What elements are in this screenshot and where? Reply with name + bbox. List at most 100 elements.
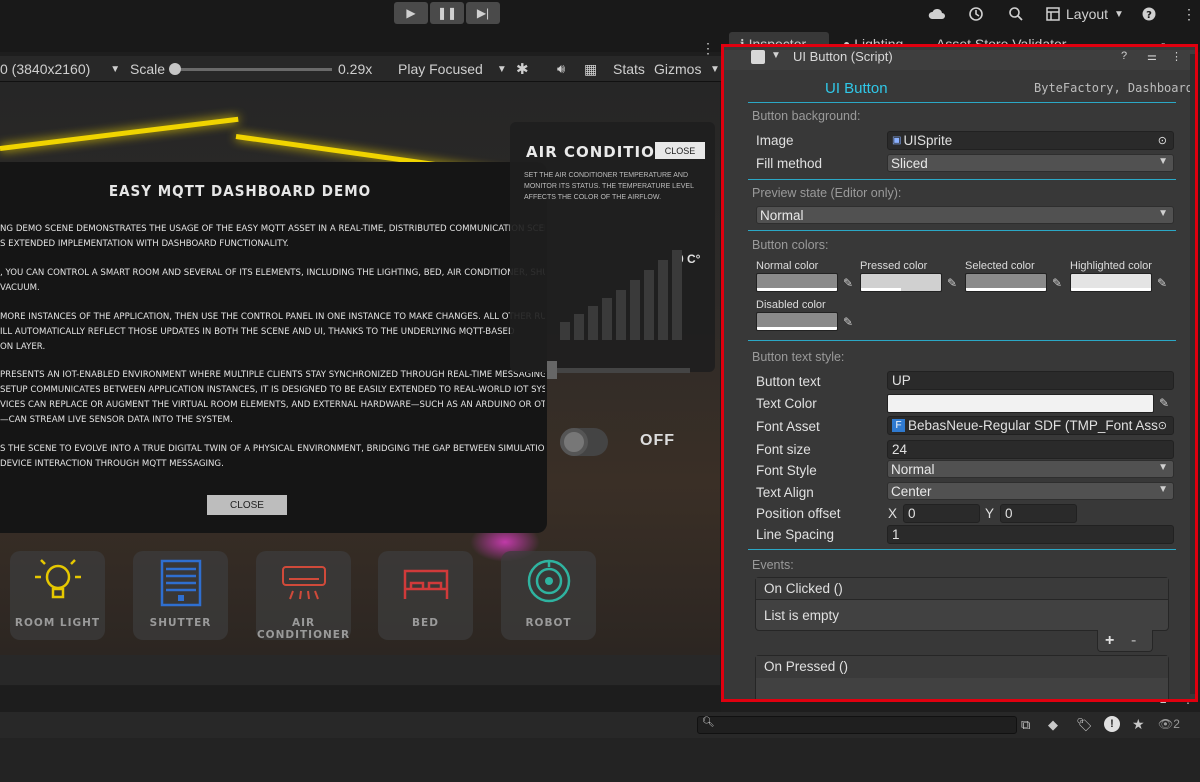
text-color-field[interactable] [887,394,1154,413]
project-search-input[interactable]: 🔍︎ [697,716,1017,734]
temperature-bar [574,314,584,340]
dialog-paragraph-line: ng demo scene demonstrates the usage of … [0,224,545,234]
kebab-icon[interactable]: ⋮ [1171,50,1182,63]
play-focused-dropdown[interactable]: Play Focused ▼ [398,56,510,82]
chevron-down-icon[interactable]: ▼ [710,56,720,82]
type-filter-icon[interactable]: ◆ [1048,717,1058,733]
color-label: Pressed color [860,260,928,272]
alpha-bar [757,327,837,330]
air-conditioner-icon [256,559,351,609]
preview-state-dropdown[interactable]: Normal ▼ [756,206,1174,224]
font-size-input[interactable]: 24 [887,440,1174,459]
dialog-close-button[interactable]: CLOSE [207,495,287,515]
temperature-slider-track[interactable] [547,368,690,373]
button-text-input[interactable]: UP [887,371,1174,390]
tag-icon[interactable]: 🏷︎ [1076,717,1093,733]
audio-button[interactable]: 🔊︎ [557,56,565,82]
eyedropper-icon[interactable]: ✎ [1047,273,1067,293]
section-preview-state: Preview state (Editor only): [752,186,902,200]
alpha-bar [966,288,1046,291]
hidden-count[interactable]: 👁︎2 [1158,717,1180,731]
history-icon [969,7,983,21]
chevron-down-icon: ▼ [1114,8,1124,20]
color-swatch[interactable] [965,273,1047,292]
font-style-dropdown[interactable]: Normal ▼ [887,460,1174,478]
font-asset-icon: F [892,419,905,432]
color-swatch[interactable] [756,312,838,331]
warning-icon[interactable]: ! [1104,716,1120,732]
position-y-input[interactable]: 0 [1000,504,1077,523]
preset-icon[interactable]: ⚌ [1147,50,1157,63]
grid-button[interactable]: ▦ [584,56,597,82]
add-event-button[interactable]: + [1105,632,1114,650]
temperature-bar [602,298,612,340]
history-button[interactable] [968,4,984,24]
cloud-button[interactable] [928,4,946,24]
color-swatch[interactable] [860,273,942,292]
eyedropper-icon[interactable]: ✎ [838,312,858,332]
search-button[interactable] [1008,4,1024,24]
remove-event-button[interactable]: - [1131,632,1136,650]
font-asset-value: BebasNeue-Regular SDF (TMP_Font Asse [908,418,1166,433]
step-button[interactable]: ▶| [466,2,500,24]
eyedropper-icon[interactable]: ✎ [838,273,858,293]
step-icon: ▶| [476,6,490,20]
font-size-label: Font size [756,442,811,457]
pause-button[interactable]: ❚❚ [430,2,464,24]
temperature-bar [672,250,682,340]
dock-item-label: AIR CONDITIONER [256,617,351,641]
line-spacing-label: Line Spacing [756,527,835,542]
layout-dropdown[interactable]: Layout ▼ [1046,4,1124,24]
scale-slider-track[interactable] [172,68,332,71]
font-asset-field[interactable]: F BebasNeue-Regular SDF (TMP_Font Asse ⊙ [887,416,1174,435]
svg-text:?: ? [1146,10,1152,21]
play-button[interactable]: ▶ [394,2,428,24]
object-picker-icon[interactable]: ⊙ [1158,134,1167,147]
line-spacing-input[interactable]: 1 [887,525,1174,544]
object-picker-icon[interactable]: ⊙ [1157,419,1167,432]
bug-icon: ✱ [516,61,529,78]
kebab-icon: ⋮ [1182,5,1196,22]
font-asset-label: Font Asset [756,419,820,434]
panel-divider [0,686,721,712]
scene-filter-icon[interactable]: ⧉ [1021,717,1030,733]
text-align-value: Center [891,483,932,499]
eyedropper-icon[interactable]: ✎ [942,273,962,293]
gizmos-button[interactable]: Gizmos [654,56,701,82]
dialog-paragraph-line: on layer. [0,342,46,352]
resolution-dropdown[interactable]: 0 (3840x2160) ▼ [0,56,122,82]
dialog-paragraph-line: , you can control a smart room and sever… [0,268,545,278]
power-toggle-knob[interactable] [560,428,588,456]
text-align-dropdown[interactable]: Center ▼ [887,482,1174,500]
eyedropper-icon[interactable]: ✎ [1152,273,1172,293]
eyedropper-icon[interactable]: ✎ [1154,393,1174,413]
chevron-down-icon[interactable]: ▼ [771,50,781,61]
bug-button[interactable]: ✱ [516,56,529,82]
section-divider [748,340,1176,341]
fill-method-dropdown[interactable]: Sliced ▼ [887,154,1174,172]
on-clicked-header: On Clicked () [756,578,1168,600]
inspector-scrollbar[interactable] [1190,54,1196,694]
color-swatch[interactable] [1070,273,1152,292]
help-button[interactable]: ? [1142,4,1156,24]
temperature-slider-knob[interactable] [547,361,557,379]
position-x-input[interactable]: 0 [903,504,980,523]
color-swatch[interactable] [756,273,838,292]
section-button-colors: Button colors: [752,238,829,252]
image-field[interactable]: ▣ UISprite ⊙ [887,131,1174,150]
more-menu-button[interactable]: ⋮ [1182,4,1196,24]
tab-menu-icon[interactable]: ⋮ [701,40,715,57]
chevron-down-icon: ▼ [1158,208,1168,219]
help-icon[interactable]: ? [1121,50,1127,62]
fill-method-value: Sliced [891,155,928,171]
stats-button[interactable]: Stats [613,56,645,82]
temperature-bar [658,260,668,340]
scale-slider-knob[interactable] [169,63,181,75]
layout-label: Layout [1066,6,1109,22]
component-enable-checkbox[interactable] [751,50,765,64]
star-icon[interactable]: ★ [1132,716,1145,733]
dialog-paragraph-line: s extended implementation with dashboard… [0,239,289,249]
ac-close-button[interactable]: CLOSE [655,142,705,159]
section-divider [748,230,1176,231]
chevron-down-icon: ▼ [1158,156,1168,167]
